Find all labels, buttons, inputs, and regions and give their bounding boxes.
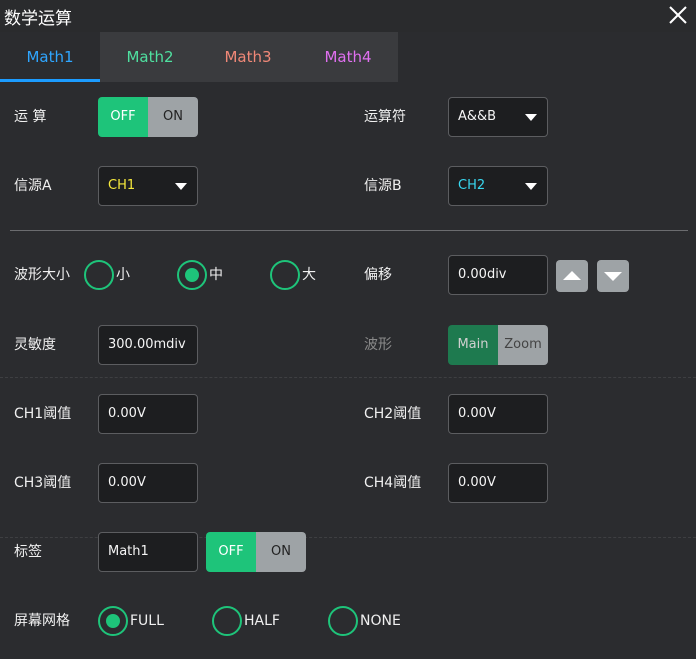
operator-label: 运算符 (364, 109, 406, 125)
grid-none-radio[interactable] (328, 606, 358, 636)
grid-line (0, 377, 696, 378)
source-a-value: CH1 (108, 178, 136, 193)
dropdown-caret-icon (525, 114, 537, 121)
tab-math4[interactable]: Math4 (298, 32, 398, 82)
ch2-threshold-input[interactable]: 0.00V (448, 394, 548, 434)
arrow-down-icon (604, 272, 622, 281)
waveform-label: 波形 (364, 337, 392, 353)
waveform-switch[interactable]: Main Zoom (448, 325, 548, 365)
screen-grid-label: 屏幕网格 (14, 613, 70, 629)
wave-size-label: 波形大小 (14, 267, 70, 283)
operator-select[interactable]: A&&B (448, 97, 548, 137)
offset-down-button[interactable] (597, 260, 629, 292)
section-divider (10, 230, 688, 231)
radio-selected-dot (106, 614, 120, 628)
tag-on-option[interactable]: ON (256, 532, 306, 572)
tag-off-option[interactable]: OFF (206, 532, 256, 572)
wave-size-small-radio[interactable] (84, 260, 114, 290)
math-panel: Math1 Math2 Math3 Math4 运 算 OFF ON 运算符 A… (0, 32, 696, 659)
offset-up-button[interactable] (556, 260, 588, 292)
source-b-value: CH2 (458, 178, 486, 193)
source-a-select[interactable]: CH1 (98, 166, 198, 206)
offset-input[interactable]: 0.00div (448, 255, 548, 295)
math-tabs: Math1 Math2 Math3 Math4 (0, 32, 398, 82)
tab-math1[interactable]: Math1 (0, 32, 100, 82)
sensitivity-input[interactable]: 300.00mdiv (98, 325, 198, 365)
source-a-label: 信源A (14, 178, 52, 194)
radio-selected-dot (185, 268, 199, 282)
title-bar: 数学运算 (0, 0, 696, 32)
offset-label: 偏移 (364, 267, 392, 283)
ch3-threshold-input[interactable]: 0.00V (98, 463, 198, 503)
wave-size-large-radio[interactable] (270, 260, 300, 290)
source-b-select[interactable]: CH2 (448, 166, 548, 206)
ch1-threshold-label: CH1阈值 (14, 406, 72, 422)
close-icon[interactable] (668, 5, 688, 25)
operation-toggle[interactable]: OFF ON (98, 97, 198, 137)
arrow-up-icon (563, 271, 581, 280)
sensitivity-label: 灵敏度 (14, 337, 56, 353)
ch2-threshold-label: CH2阈值 (364, 406, 422, 422)
operation-label: 运 算 (14, 109, 47, 125)
dropdown-caret-icon (175, 183, 187, 190)
grid-full-label: FULL (130, 613, 164, 629)
grid-full-radio[interactable] (98, 606, 128, 636)
window-title: 数学运算 (4, 9, 72, 29)
tag-input[interactable]: Math1 (98, 532, 198, 572)
wave-size-small-label: 小 (116, 267, 130, 283)
operation-on-option[interactable]: ON (148, 97, 198, 137)
ch4-threshold-input[interactable]: 0.00V (448, 463, 548, 503)
wave-size-medium-label: 中 (209, 267, 223, 283)
tag-toggle[interactable]: OFF ON (206, 532, 306, 572)
ch1-threshold-input[interactable]: 0.00V (98, 394, 198, 434)
grid-none-label: NONE (360, 613, 401, 629)
operator-value: A&&B (458, 109, 497, 124)
source-b-label: 信源B (364, 178, 402, 194)
waveform-main-option[interactable]: Main (448, 325, 498, 365)
dropdown-caret-icon (525, 183, 537, 190)
grid-half-label: HALF (244, 613, 280, 629)
ch4-threshold-label: CH4阈值 (364, 475, 422, 491)
waveform-zoom-option[interactable]: Zoom (498, 325, 548, 365)
tab-math2[interactable]: Math2 (100, 32, 200, 82)
grid-half-radio[interactable] (212, 606, 242, 636)
ch3-threshold-label: CH3阈值 (14, 475, 72, 491)
wave-size-medium-radio[interactable] (177, 260, 207, 290)
tab-math3[interactable]: Math3 (198, 32, 298, 82)
tag-label: 标签 (14, 544, 42, 560)
wave-size-large-label: 大 (302, 267, 316, 283)
operation-off-option[interactable]: OFF (98, 97, 148, 137)
